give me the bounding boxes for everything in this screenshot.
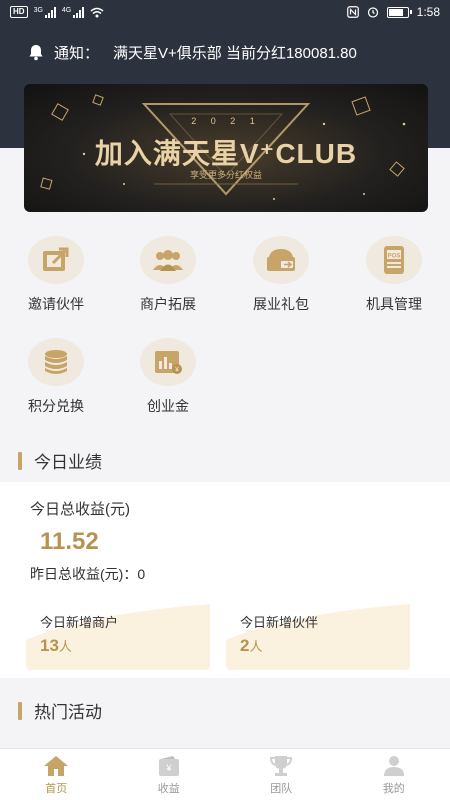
tab-income[interactable]: ¥ 收益: [113, 749, 226, 800]
section-title-hot: 热门活动: [18, 698, 102, 723]
menu-label-merchant: 商户拓展: [140, 296, 196, 312]
club-banner[interactable]: 2 0 2 1 加入满天星V⁺CLUB 享受更多分红权益: [24, 84, 428, 212]
tab-income-label: 收益: [157, 783, 180, 795]
gift-box-icon: [253, 236, 309, 284]
svg-text:¥: ¥: [175, 367, 179, 374]
battery-icon: [386, 6, 412, 18]
person-icon: [383, 756, 404, 776]
tab-mine-label: 我的: [382, 783, 405, 795]
menu-item-device[interactable]: POS 机具管理: [344, 236, 444, 314]
section-accent-bar: [18, 451, 22, 470]
svg-text:POS: POS: [388, 254, 401, 260]
stat-new-partners-label: 今日新增伙伴: [240, 615, 319, 630]
menu-label-fund: 创业金: [147, 398, 189, 414]
stat-new-partners[interactable]: 今日新增伙伴 2人: [226, 594, 410, 670]
menu-label-invite: 邀请伙伴: [28, 296, 84, 312]
total-income-label: 今日总收益(元): [30, 501, 130, 518]
bell-icon: [29, 45, 43, 61]
status-time: 1:58: [416, 5, 440, 19]
section-accent-bar: [18, 701, 22, 720]
signal-icon-2: 4G: [62, 6, 85, 18]
users-icon: [140, 236, 196, 284]
alarm-icon: [367, 7, 378, 18]
tab-home-label: 首页: [45, 783, 68, 795]
notice-label: 通知：: [54, 45, 100, 62]
tab-home[interactable]: 首页: [0, 749, 113, 800]
wallet-icon: ¥: [158, 756, 179, 776]
stat-new-merchants-label: 今日新增商户: [40, 615, 119, 630]
notice-text: 满天星V+俱乐部 当前分红180081.80: [113, 45, 357, 62]
chart-money-icon: ¥: [140, 338, 196, 386]
tab-team[interactable]: 团队: [225, 749, 338, 800]
signal-icon: 3G: [34, 6, 56, 18]
menu-item-gift[interactable]: 展业礼包: [231, 236, 331, 314]
stat-new-merchants[interactable]: 今日新增商户 13人: [26, 594, 210, 670]
menu-item-invite[interactable]: 邀请伙伴: [6, 236, 106, 314]
tab-mine[interactable]: 我的: [338, 749, 450, 800]
menu-item-merchant[interactable]: 商户拓展: [118, 236, 218, 314]
nfc-icon: [346, 6, 359, 18]
menu-label-points: 积分兑换: [28, 398, 84, 414]
today-performance-card: 今日总收益(元) 11.52 昨日总收益(元)：0 今日新增商户 13人 今日新…: [0, 482, 450, 678]
coin-stack-icon: [28, 338, 84, 386]
banner-year: 2 0 2 1: [191, 116, 261, 126]
section-title-today: 今日业绩: [18, 448, 102, 473]
pos-terminal-icon: POS: [366, 236, 422, 284]
notice-bar[interactable]: 通知： 满天星V+俱乐部 当前分红180081.80: [28, 42, 357, 63]
bottom-tab-bar: 首页 ¥ 收益 团队 我的: [0, 748, 450, 800]
menu-item-fund[interactable]: ¥ 创业金: [118, 338, 218, 416]
section-title-hot-text: 热门活动: [34, 703, 102, 722]
stat-new-partners-value: 2人: [240, 636, 263, 655]
menu-label-device: 机具管理: [366, 296, 422, 312]
banner-subtitle: 享受更多分红权益: [189, 170, 262, 180]
section-title-today-text: 今日业绩: [34, 453, 102, 472]
hd-badge: HD: [10, 6, 28, 18]
total-income-value: 11.52: [40, 528, 99, 555]
menu-item-points[interactable]: 积分兑换: [6, 338, 106, 416]
banner-title: 加入满天星V⁺CLUB: [94, 138, 358, 169]
menu-label-gift: 展业礼包: [253, 296, 309, 312]
stat-new-merchants-value: 13人: [40, 636, 72, 655]
home-icon: [44, 756, 69, 776]
status-bar: HD 3G 4G 1:58: [0, 0, 450, 26]
trophy-icon: [270, 756, 293, 776]
share-icon: [28, 236, 84, 284]
svg-text:¥: ¥: [165, 763, 172, 773]
yesterday-income: 昨日总收益(元)：0: [30, 566, 146, 582]
wifi-icon: [90, 7, 104, 17]
tab-team-label: 团队: [270, 783, 293, 795]
